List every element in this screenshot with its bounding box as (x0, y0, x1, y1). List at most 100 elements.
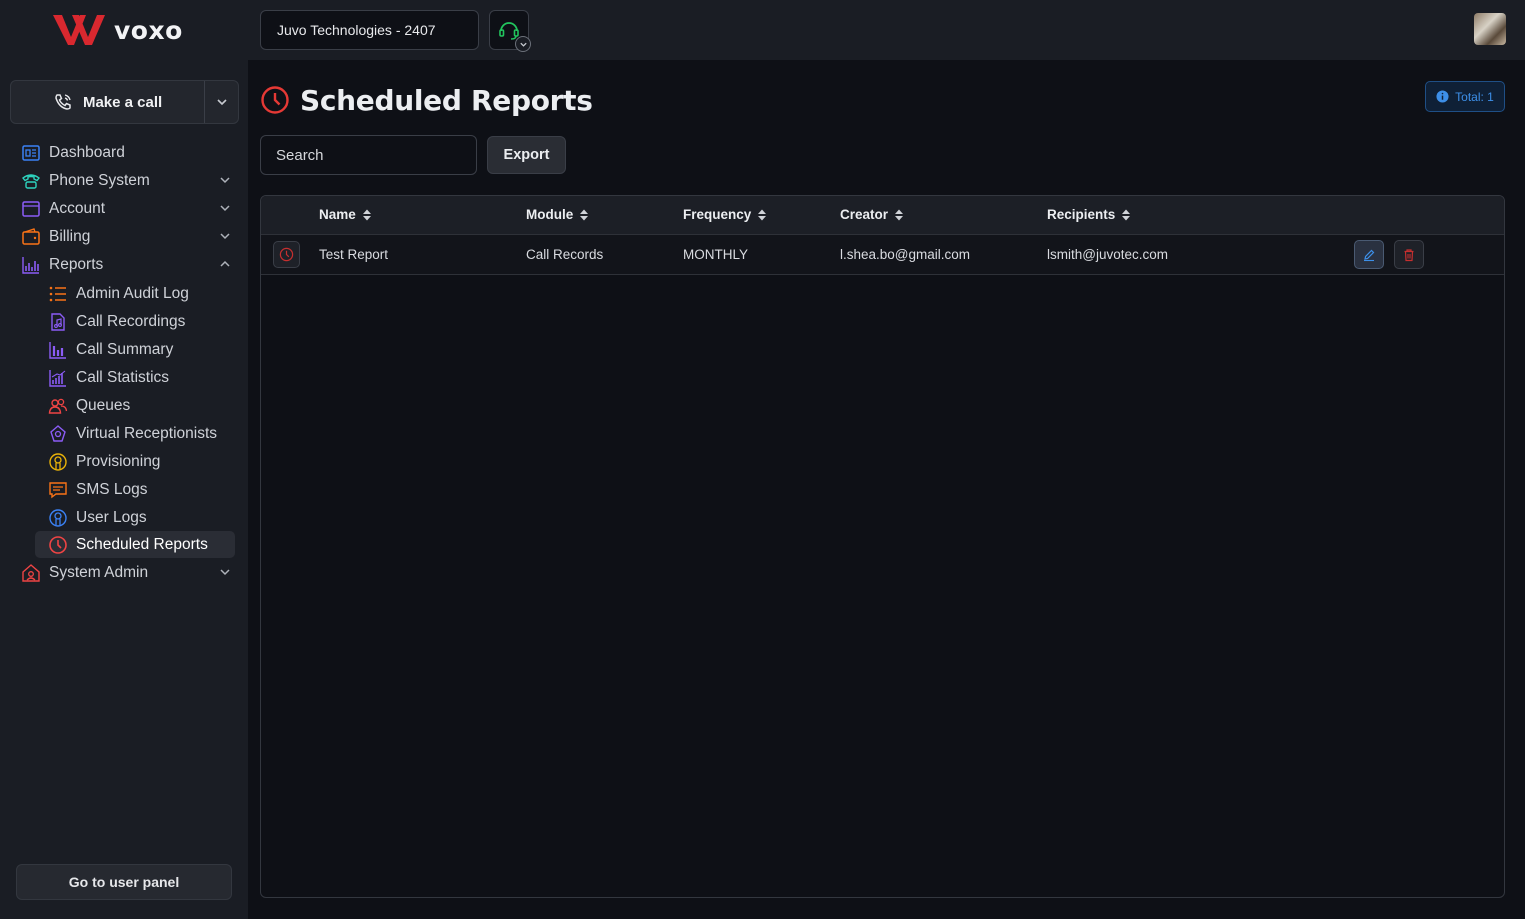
sms-icon (47, 479, 69, 501)
sidebar-item-reports[interactable]: Reports (20, 252, 240, 278)
pencil-icon (1364, 249, 1375, 261)
make-call-dropdown[interactable] (204, 81, 238, 123)
delete-button[interactable] (1394, 240, 1424, 269)
sidebar-item-call-statistics[interactable]: Call Statistics (35, 364, 235, 391)
sidebar-item-billing[interactable]: Billing (20, 224, 240, 250)
clock-icon (279, 247, 294, 262)
make-call-label: Make a call (82, 93, 163, 111)
headset-status-button[interactable] (489, 10, 531, 52)
sidebar-item-provisioning[interactable]: Provisioning (35, 448, 235, 475)
sidebar-item-admin-audit-log[interactable]: Admin Audit Log (35, 280, 235, 307)
cell-module: Call Records (526, 247, 604, 262)
sort-icon (1122, 209, 1131, 220)
dashboard-icon (20, 142, 42, 164)
column-header-creator[interactable]: Creator (840, 207, 904, 222)
sidebar-item-label: Queues (76, 396, 131, 414)
table-header: Name Module Frequency Creator Recipients (261, 196, 1504, 235)
scheduled-reports-table: Name Module Frequency Creator Recipients… (260, 195, 1505, 898)
admin-icon (20, 562, 42, 584)
edit-button[interactable] (1354, 240, 1384, 269)
user-icon (47, 507, 69, 529)
cell-name: Test Report (319, 247, 389, 262)
clock-icon (261, 86, 289, 114)
users-icon (47, 395, 69, 417)
chevron-down-icon (216, 99, 227, 106)
list-icon (47, 283, 69, 305)
sidebar-item-label: User Logs (76, 508, 147, 526)
sidebar-item-label: Virtual Receptionists (76, 424, 218, 442)
sidebar-item-label: SMS Logs (76, 480, 148, 498)
go-to-user-panel-button[interactable]: Go to user panel (16, 864, 232, 900)
sidebar-item-label: Billing (49, 228, 91, 245)
sidebar-item-user-logs[interactable]: User Logs (35, 504, 235, 531)
sort-icon (758, 209, 767, 220)
sidebar-item-phone-system[interactable]: Phone System (20, 168, 240, 194)
info-icon (1436, 90, 1449, 103)
sort-icon (362, 209, 371, 220)
sidebar-item-queues[interactable]: Queues (35, 392, 235, 419)
make-call-control: Make a call (10, 80, 239, 124)
sidebar-item-account[interactable]: Account (20, 196, 240, 222)
sidebar-item-system-admin[interactable]: System Admin (20, 560, 240, 586)
sidebar-item-label: System Admin (49, 564, 149, 581)
sidebar-item-label: Call Recordings (76, 312, 186, 330)
total-badge: Total: 1 (1425, 81, 1505, 112)
chevron-up-icon (220, 260, 230, 267)
table-row[interactable]: Test Report Call Records MONTHLY l.shea.… (261, 235, 1504, 275)
sort-icon (895, 209, 904, 220)
chevron-down-icon[interactable] (515, 36, 531, 52)
phone-call-icon (55, 94, 71, 110)
search-input[interactable] (260, 135, 477, 175)
chevron-down-icon (220, 569, 230, 576)
sidebar-item-label: Phone System (49, 172, 150, 189)
chevron-down-icon (220, 205, 230, 212)
chevron-down-icon (220, 233, 230, 240)
sidebar: Make a call Dashboard Phone System Accou… (0, 60, 248, 919)
provisioning-icon (47, 451, 69, 473)
sidebar-item-call-summary[interactable]: Call Summary (35, 336, 235, 363)
trash-icon (1404, 248, 1414, 261)
page-title: Scheduled Reports (300, 83, 593, 117)
column-header-frequency[interactable]: Frequency (683, 207, 767, 222)
sidebar-item-label: Dashboard (49, 144, 125, 161)
voxo-logo[interactable]: voxo (52, 12, 183, 48)
sidebar-item-virtual-receptionists[interactable]: Virtual Receptionists (35, 420, 235, 447)
sidebar-item-label: Call Statistics (76, 368, 170, 386)
chart-icon (20, 254, 42, 276)
export-button[interactable]: Export (487, 136, 566, 174)
top-bar: voxo Juvo Technologies - 2407 (0, 0, 1525, 60)
bar-chart-icon (47, 339, 69, 361)
make-call-button[interactable]: Make a call (11, 81, 204, 123)
sidebar-item-label: Admin Audit Log (76, 284, 189, 302)
column-header-module[interactable]: Module (526, 207, 589, 222)
logo-text: voxo (114, 15, 183, 45)
sidebar-item-label: Reports (49, 256, 104, 273)
phone-icon (20, 170, 42, 192)
user-avatar[interactable] (1474, 13, 1506, 45)
sidebar-item-call-recordings[interactable]: Call Recordings (35, 308, 235, 335)
account-icon (20, 198, 42, 220)
sort-icon (580, 209, 589, 220)
sidebar-item-label: Call Summary (76, 340, 174, 358)
column-header-name[interactable]: Name (319, 207, 372, 222)
cell-frequency: MONTHLY (683, 247, 749, 262)
voxo-logo-mark-icon (53, 15, 105, 45)
sidebar-item-label: Account (49, 200, 106, 217)
report-status-button[interactable] (273, 241, 300, 268)
total-count: Total: 1 (1455, 89, 1494, 104)
wallet-icon (20, 226, 42, 248)
sidebar-item-sms-logs[interactable]: SMS Logs (35, 476, 235, 503)
cell-creator: l.shea.bo@gmail.com (840, 247, 971, 262)
clock-icon (47, 534, 69, 556)
column-header-recipients[interactable]: Recipients (1047, 207, 1131, 222)
sidebar-item-scheduled-reports[interactable]: Scheduled Reports (35, 531, 235, 558)
sidebar-item-dashboard[interactable]: Dashboard (20, 140, 240, 166)
receptionist-icon (47, 423, 69, 445)
music-file-icon (47, 311, 69, 333)
sidebar-item-label: Provisioning (76, 452, 161, 470)
cell-recipients: lsmith@juvotec.com (1047, 247, 1168, 262)
chevron-down-icon (220, 177, 230, 184)
sidebar-item-label: Scheduled Reports (76, 535, 208, 553)
page-header: Scheduled Reports (260, 82, 593, 118)
organization-selector[interactable]: Juvo Technologies - 2407 (260, 10, 479, 50)
